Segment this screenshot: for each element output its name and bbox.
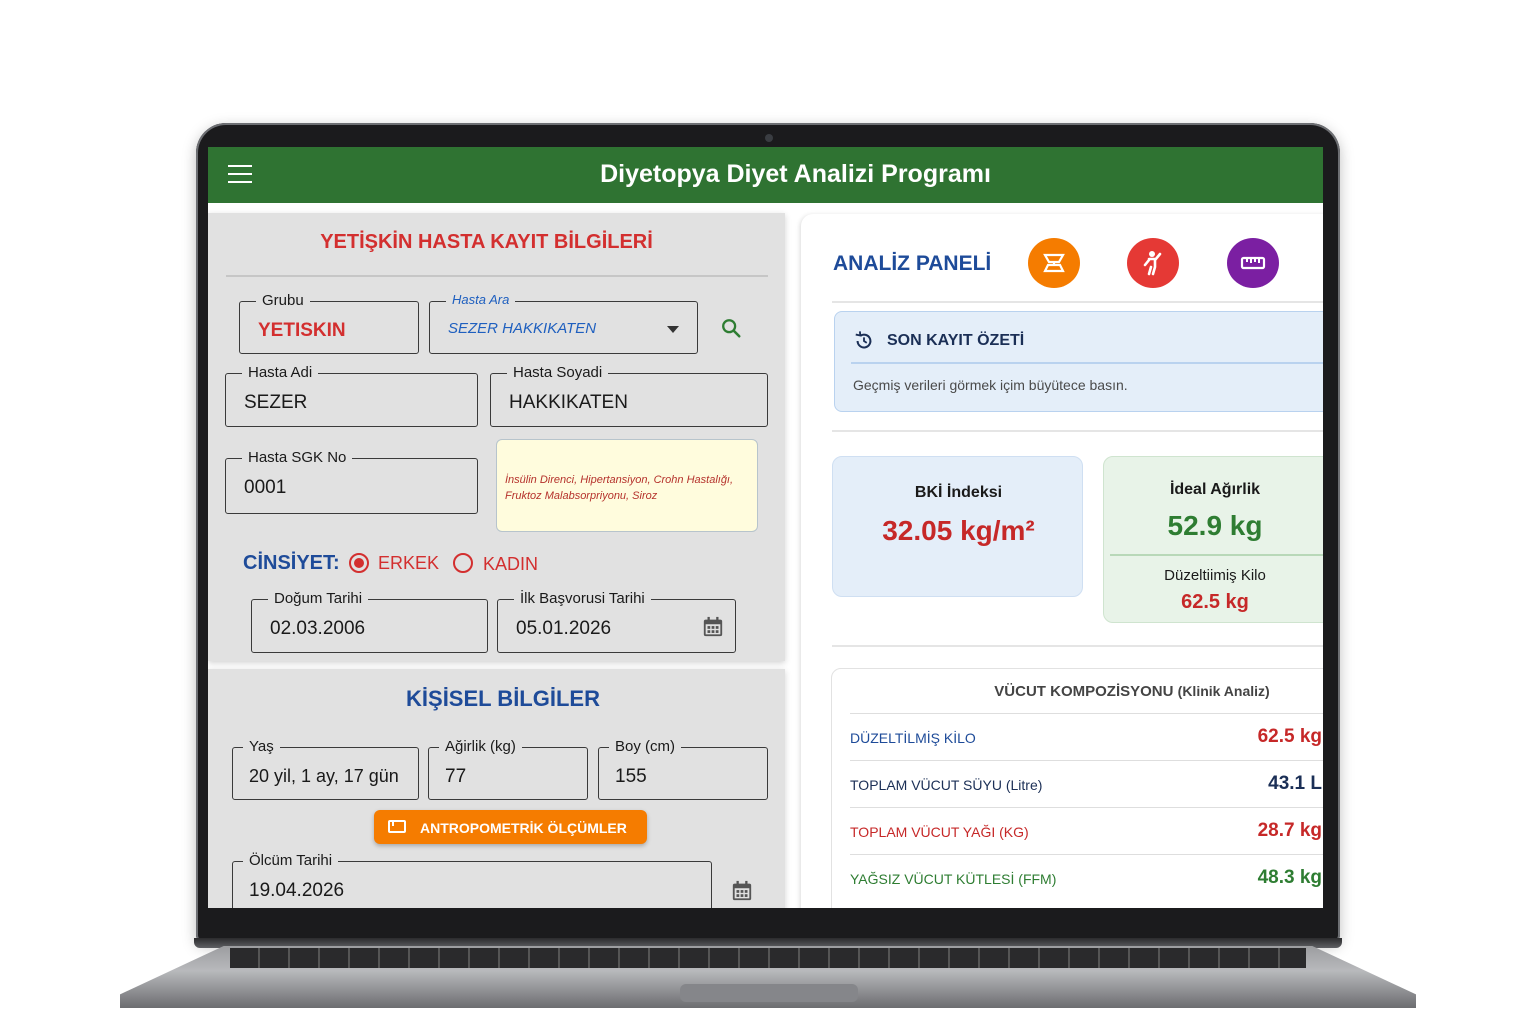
patient-search-dropdown[interactable]: Hasta Ara SEZER HAKKIKATEN [429,292,698,354]
age-label: Yaş [243,738,280,755]
anthropometric-button-label: ANTROPOMETRİK ÖLÇÜMLER [420,820,627,836]
measure-date-label: Ölcüm Tarihi [243,852,339,869]
birth-date-value: 02.03.2006 [270,618,366,639]
first-name-value: SEZER [244,392,308,413]
divider [832,301,1323,303]
sgk-no-label: Hasta SGK No [242,449,353,466]
composition-value: 28.7 kg [1257,820,1322,841]
weight-label: Ağirlik (kg) [439,738,522,755]
weight-value: 77 [445,766,467,787]
gender-radio-female[interactable] [453,553,473,573]
ideal-weight-value: 52.9 kg [1167,510,1263,541]
height-label: Boy (cm) [609,738,681,755]
divider [851,362,1323,364]
first-name-field[interactable]: Hasta Adi SEZER [225,364,478,427]
summary-text: Geçmiş verileri görmek içim büyütece bas… [853,377,1128,393]
ideal-weight-label: İdeal Ağırlik [1169,481,1261,498]
first-visit-label: İlk Başvorusi Tarihi [514,590,651,607]
app-header: Diyetopya Diyet Analizi Programı [208,147,1323,203]
first-visit-date-field[interactable]: İlk Başvorusi Tarihi 05.01.2026 [497,590,736,653]
birth-date-field[interactable]: Doğum Tarihi 02.03.2006 [251,590,488,653]
conditions-note[interactable]: İnsülin Direnci, Hipertansiyon, Crohn Ha… [496,439,758,532]
search-value: SEZER HAKKIKATEN [448,320,597,337]
adjusted-weight-label: Düzeltiimiş Kilo [1164,567,1266,584]
composition-value: 43.1 L [1268,773,1322,794]
bmi-label: BKİ İndeksi [914,484,1003,501]
divider [1110,554,1323,556]
personal-info-title: KİŞİSEL BİLGİLER [406,686,600,711]
gender-option-female: KADIN [483,554,539,574]
person-icon [1143,251,1162,276]
composition-row: DÜZELTİLMİŞ KİLO 62.5 kg [850,713,1323,760]
last-name-label: Hasta Soyadi [507,364,609,381]
camera-icon [765,134,773,142]
laptop-keyboard [230,948,1306,968]
composition-key: TOPLAM VÜCUT YAĞI (KG) [850,824,1029,840]
ruler-icon [1240,256,1266,270]
measurement-button[interactable] [1227,238,1279,288]
summary-title: SON KAYIT ÖZETİ [887,332,1025,349]
divider [226,275,768,277]
height-field[interactable]: Boy (cm) 155 [598,738,768,800]
composition-key: YAĞSIZ VÜCUT KÜTLESİ (FFM) [850,871,1057,887]
gender-label: CİNSİYET: [243,552,340,574]
sgk-no-value: 0001 [244,477,287,498]
last-name-value: HAKKIKATEN [509,392,628,413]
composition-value: 62.5 kg [1257,726,1322,747]
anthropometric-button[interactable]: ANTROPOMETRİK ÖLÇÜMLER [374,810,647,844]
analysis-panel: ANALİZ PANELİ SON KAYIT ÖZETİ Geçmiş ver… [801,214,1323,908]
search-label: Hasta Ara [446,292,516,307]
scale-icon [1043,253,1065,273]
ideal-weight-card: İdeal Ağırlik 52.9 kg Düzeltiimiş Kilo 6… [1103,456,1323,623]
analysis-title: ANALİZ PANELİ [833,252,992,275]
body-composition-card: VÜCUT KOMPOZİSYONU (Klinik Analiz) DÜZEL… [831,668,1323,908]
scale-button[interactable] [1028,238,1080,288]
bmi-value: 32.05 kg/m² [882,515,1035,546]
composition-key: DÜZELTİLMİŞ KİLO [850,730,976,746]
height-value: 155 [615,766,647,787]
last-record-summary[interactable]: SON KAYIT ÖZETİ Geçmiş verileri görmek i… [834,311,1323,412]
calendar-icon[interactable] [702,616,724,638]
search-icon[interactable] [720,317,742,339]
conditions-text: İnsülin Direnci, Hipertansiyon, Crohn Ha… [505,474,734,502]
sgk-no-field[interactable]: Hasta SGK No 0001 [225,449,478,514]
gender-option-male: ERKEK [378,553,440,573]
last-name-field[interactable]: Hasta Soyadi HAKKIKATEN [490,364,768,427]
divider [832,645,1323,647]
personal-info-panel: KİŞİSEL BİLGİLER Yaş 20 yil, 1 ay, 17 gü… [208,669,785,908]
bmi-card: BKİ İndeksi 32.05 kg/m² [832,456,1083,597]
patient-form-panel: YETİŞKİN HASTA KAYIT BİLGİLERİ Grubu YET… [208,213,785,661]
ruler-icon [388,820,406,833]
measure-date-value: 19.04.2026 [249,880,345,901]
history-icon [855,331,872,349]
body-composition-subtitle: (Klinik Analiz) [1177,683,1270,699]
group-value: YETISKIN [258,320,346,341]
app-title: Diyetopya Diyet Analizi Programı [600,160,991,188]
activity-button[interactable] [1127,238,1179,288]
weight-field[interactable]: Ağirlik (kg) 77 [428,738,588,800]
composition-value: 48.3 kg [1257,867,1322,888]
composition-row: TOPLAM VÜCUT YAĞI (KG) 28.7 kg [850,807,1323,854]
app-screen: Diyetopya Diyet Analizi Programı YETİŞKİ… [208,147,1323,908]
laptop-notch [680,984,858,1002]
calendar-icon[interactable] [731,880,753,902]
adjusted-weight-value: 62.5 kg [1181,591,1249,613]
first-visit-value: 05.01.2026 [516,618,612,639]
age-field[interactable]: Yaş 20 yil, 1 ay, 17 gün [232,738,419,800]
divider [832,430,1323,432]
first-name-label: Hasta Adi [242,364,319,381]
group-label: Grubu [256,292,310,309]
patient-form-title: YETİŞKİN HASTA KAYIT BİLGİLERİ [320,231,653,253]
composition-row: YAĞSIZ VÜCUT KÜTLESİ (FFM) 48.3 kg [850,854,1323,901]
group-field[interactable]: Grubu YETISKIN [239,292,419,354]
gender-radio-male[interactable] [349,553,369,573]
body-composition-title: VÜCUT KOMPOZİSYONU (Klinik Analiz) [832,683,1323,700]
composition-row: TOPLAM VÜCUT SÜYU (Litre) 43.1 L [850,760,1323,807]
composition-key: TOPLAM VÜCUT SÜYU (Litre) [850,777,1043,793]
age-value: 20 yil, 1 ay, 17 gün [249,766,399,786]
body-composition-title-text: VÜCUT KOMPOZİSYONU [994,683,1174,700]
chevron-down-icon[interactable] [667,326,679,333]
measure-date-field[interactable]: Ölcüm Tarihi 19.04.2026 [232,852,712,908]
birth-date-label: Doğum Tarihi [268,590,369,607]
